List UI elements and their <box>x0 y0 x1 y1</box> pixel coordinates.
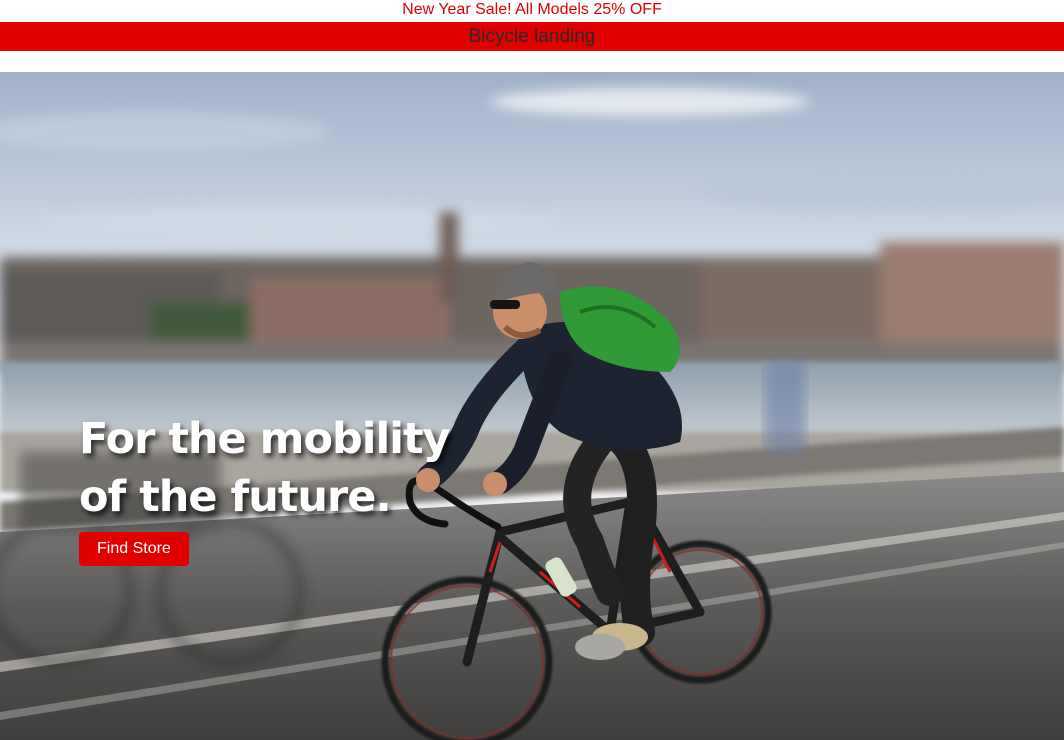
find-store-button[interactable]: Find Store <box>79 532 189 566</box>
hero-cyclist-photo <box>0 72 1064 740</box>
promo-text: New Year Sale! All Models 25% OFF <box>402 1 662 18</box>
hero-content: For the mobility of the future. Find Sto… <box>79 410 499 566</box>
hero-title: For the mobility of the future. <box>79 414 451 522</box>
hero-section: For the mobility of the future. Find Sto… <box>0 72 1064 740</box>
site-title: Bicycle landing <box>468 26 596 47</box>
promo-banner: New Year Sale! All Models 25% OFF <box>0 0 1064 22</box>
site-header: Bicycle landing <box>0 22 1064 51</box>
header-spacer <box>0 51 1064 72</box>
